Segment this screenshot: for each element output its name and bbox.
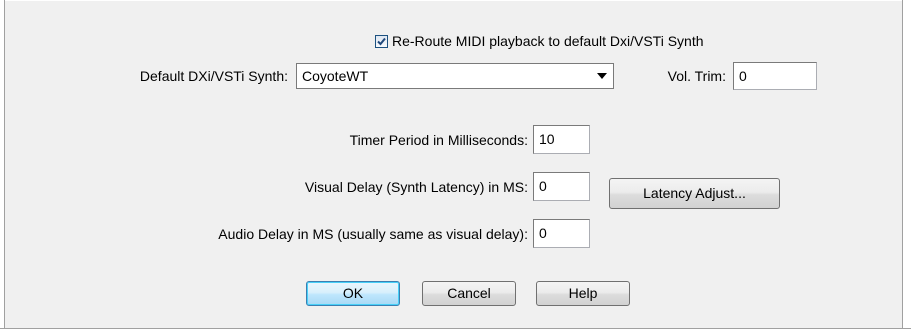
midi-synth-settings-dialog: Re-Route MIDI playback to default Dxi/VS… bbox=[0, 0, 911, 329]
synth-label: Default DXi/VSTi Synth: bbox=[139, 68, 288, 84]
synth-dropdown[interactable]: CoyoteWT bbox=[296, 63, 614, 89]
latency-adjust-button[interactable]: Latency Adjust... bbox=[609, 178, 780, 209]
synth-dropdown-value: CoyoteWT bbox=[302, 68, 369, 84]
frame-left-edge bbox=[0, 0, 5, 329]
chevron-down-icon[interactable] bbox=[597, 73, 607, 79]
vol-trim-label: Vol. Trim: bbox=[667, 68, 726, 84]
vol-trim-input[interactable]: 0 bbox=[733, 62, 817, 90]
timer-input[interactable]: 10 bbox=[533, 125, 590, 154]
help-button[interactable]: Help bbox=[536, 281, 630, 306]
frame-top-edge bbox=[0, 0, 911, 1]
ok-button[interactable]: OK bbox=[306, 281, 400, 306]
timer-label: Timer Period in Milliseconds: bbox=[349, 132, 528, 148]
reroute-label[interactable]: Re-Route MIDI playback to default Dxi/VS… bbox=[392, 32, 704, 50]
audio-delay-input[interactable]: 0 bbox=[533, 219, 590, 248]
checkmark-icon bbox=[377, 37, 386, 46]
visual-delay-input[interactable]: 0 bbox=[533, 172, 590, 201]
cancel-button[interactable]: Cancel bbox=[422, 281, 516, 306]
visual-delay-label: Visual Delay (Synth Latency) in MS: bbox=[304, 179, 528, 195]
reroute-checkbox[interactable] bbox=[375, 35, 388, 48]
audio-delay-label: Audio Delay in MS (usually same as visua… bbox=[218, 226, 528, 242]
frame-right-edge bbox=[902, 0, 911, 329]
